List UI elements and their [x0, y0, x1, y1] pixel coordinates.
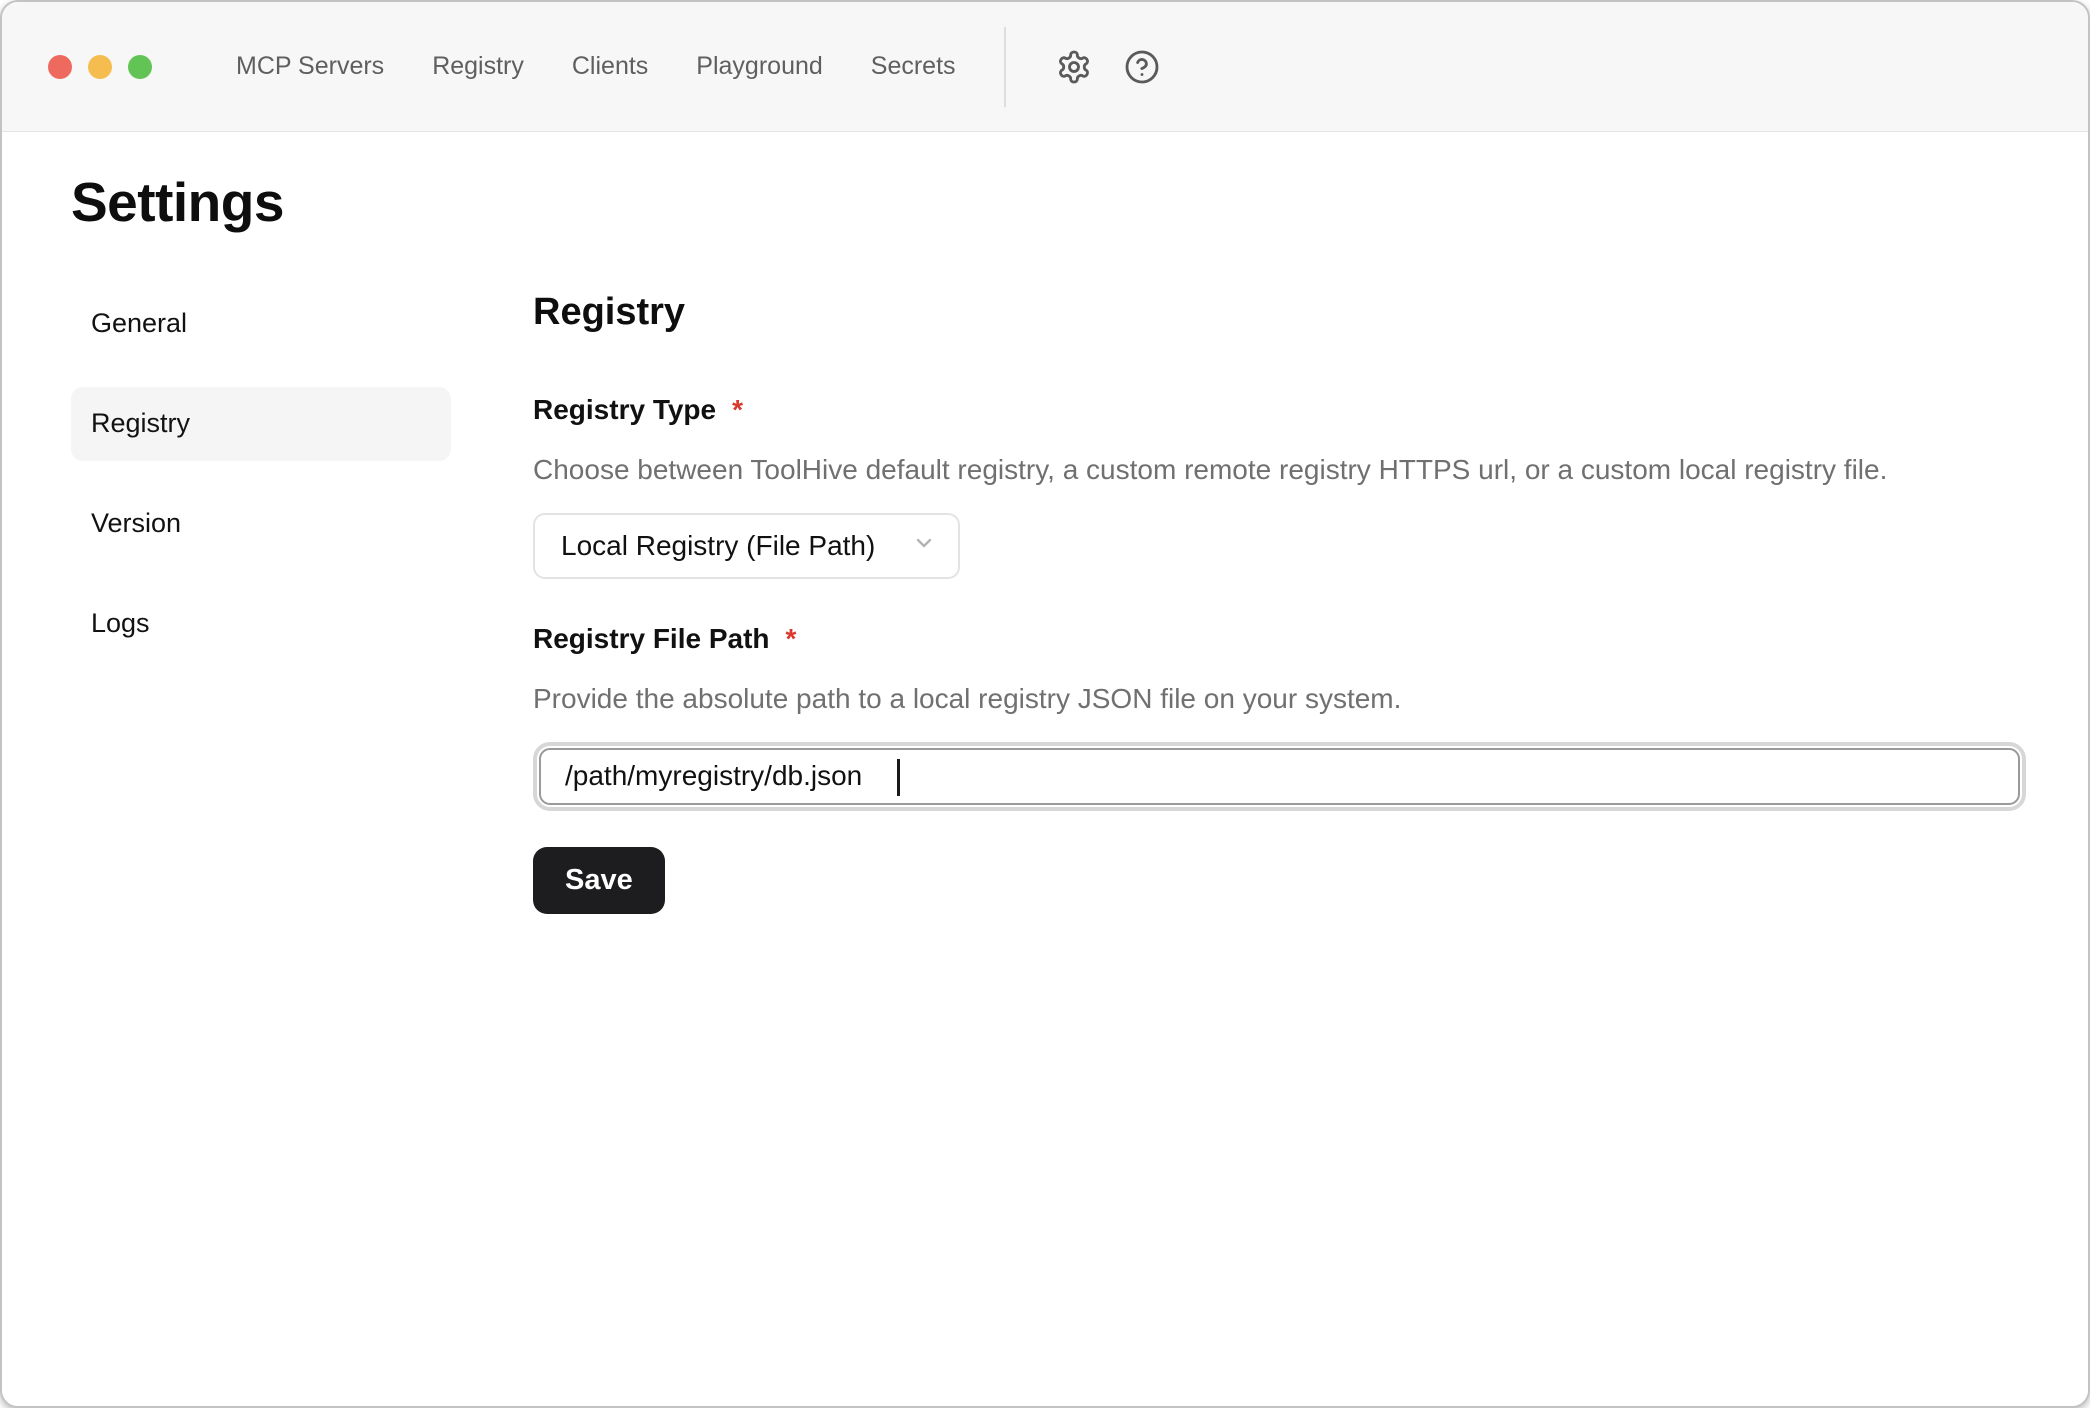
- nav-item-registry[interactable]: Registry: [432, 52, 524, 81]
- nav-item-secrets[interactable]: Secrets: [871, 52, 956, 81]
- nav-item-playground[interactable]: Playground: [696, 52, 822, 81]
- field-label-text: Registry File Path: [533, 623, 770, 655]
- sidebar-item-label: Registry: [91, 408, 190, 439]
- chevron-down-icon: [912, 530, 936, 562]
- registry-type-selected-option: Local Registry (File Path): [561, 530, 875, 562]
- save-button[interactable]: Save: [533, 847, 665, 914]
- sidebar-item-label: Logs: [91, 608, 150, 639]
- minimize-window-button[interactable]: [88, 55, 112, 79]
- page-title: Settings: [71, 170, 2024, 235]
- settings-button[interactable]: [1054, 47, 1094, 87]
- registry-type-description: Choose between ToolHive default registry…: [533, 452, 2026, 487]
- titlebar: MCP Servers Registry Clients Playground …: [2, 2, 2088, 132]
- registry-file-path-description: Provide the absolute path to a local reg…: [533, 681, 2026, 716]
- sidebar-item-logs[interactable]: Logs: [71, 587, 451, 661]
- registry-type-select[interactable]: Local Registry (File Path): [533, 513, 960, 579]
- gear-icon: [1056, 49, 1092, 85]
- titlebar-divider: [1004, 27, 1006, 107]
- settings-sidebar: General Registry Version Logs: [71, 287, 451, 687]
- sidebar-item-registry[interactable]: Registry: [71, 387, 451, 461]
- traffic-lights: [48, 55, 152, 79]
- registry-file-path-label: Registry File Path *: [533, 623, 2026, 655]
- sidebar-item-label: General: [91, 308, 187, 339]
- nav-item-clients[interactable]: Clients: [572, 52, 648, 81]
- registry-file-path-input[interactable]: [539, 748, 2020, 805]
- required-asterisk: *: [732, 394, 743, 426]
- top-navigation: MCP Servers Registry Clients Playground …: [236, 52, 956, 81]
- sidebar-item-label: Version: [91, 508, 181, 539]
- nav-item-mcp-servers[interactable]: MCP Servers: [236, 52, 384, 81]
- registry-settings-panel: Registry Registry Type * Choose between …: [533, 287, 2026, 914]
- registry-type-label: Registry Type *: [533, 394, 2026, 426]
- section-title: Registry: [533, 291, 2026, 334]
- sidebar-item-general[interactable]: General: [71, 287, 451, 361]
- close-window-button[interactable]: [48, 55, 72, 79]
- sidebar-item-version[interactable]: Version: [71, 487, 451, 561]
- help-circle-icon: [1124, 49, 1160, 85]
- required-asterisk: *: [786, 623, 797, 655]
- settings-page: Settings General Registry Version Logs: [2, 132, 2088, 1406]
- field-label-text: Registry Type: [533, 394, 716, 426]
- text-cursor: [897, 759, 900, 796]
- maximize-window-button[interactable]: [128, 55, 152, 79]
- registry-file-path-field-wrap: [533, 742, 2026, 811]
- help-button[interactable]: [1122, 47, 1162, 87]
- app-window: MCP Servers Registry Clients Playground …: [0, 0, 2090, 1408]
